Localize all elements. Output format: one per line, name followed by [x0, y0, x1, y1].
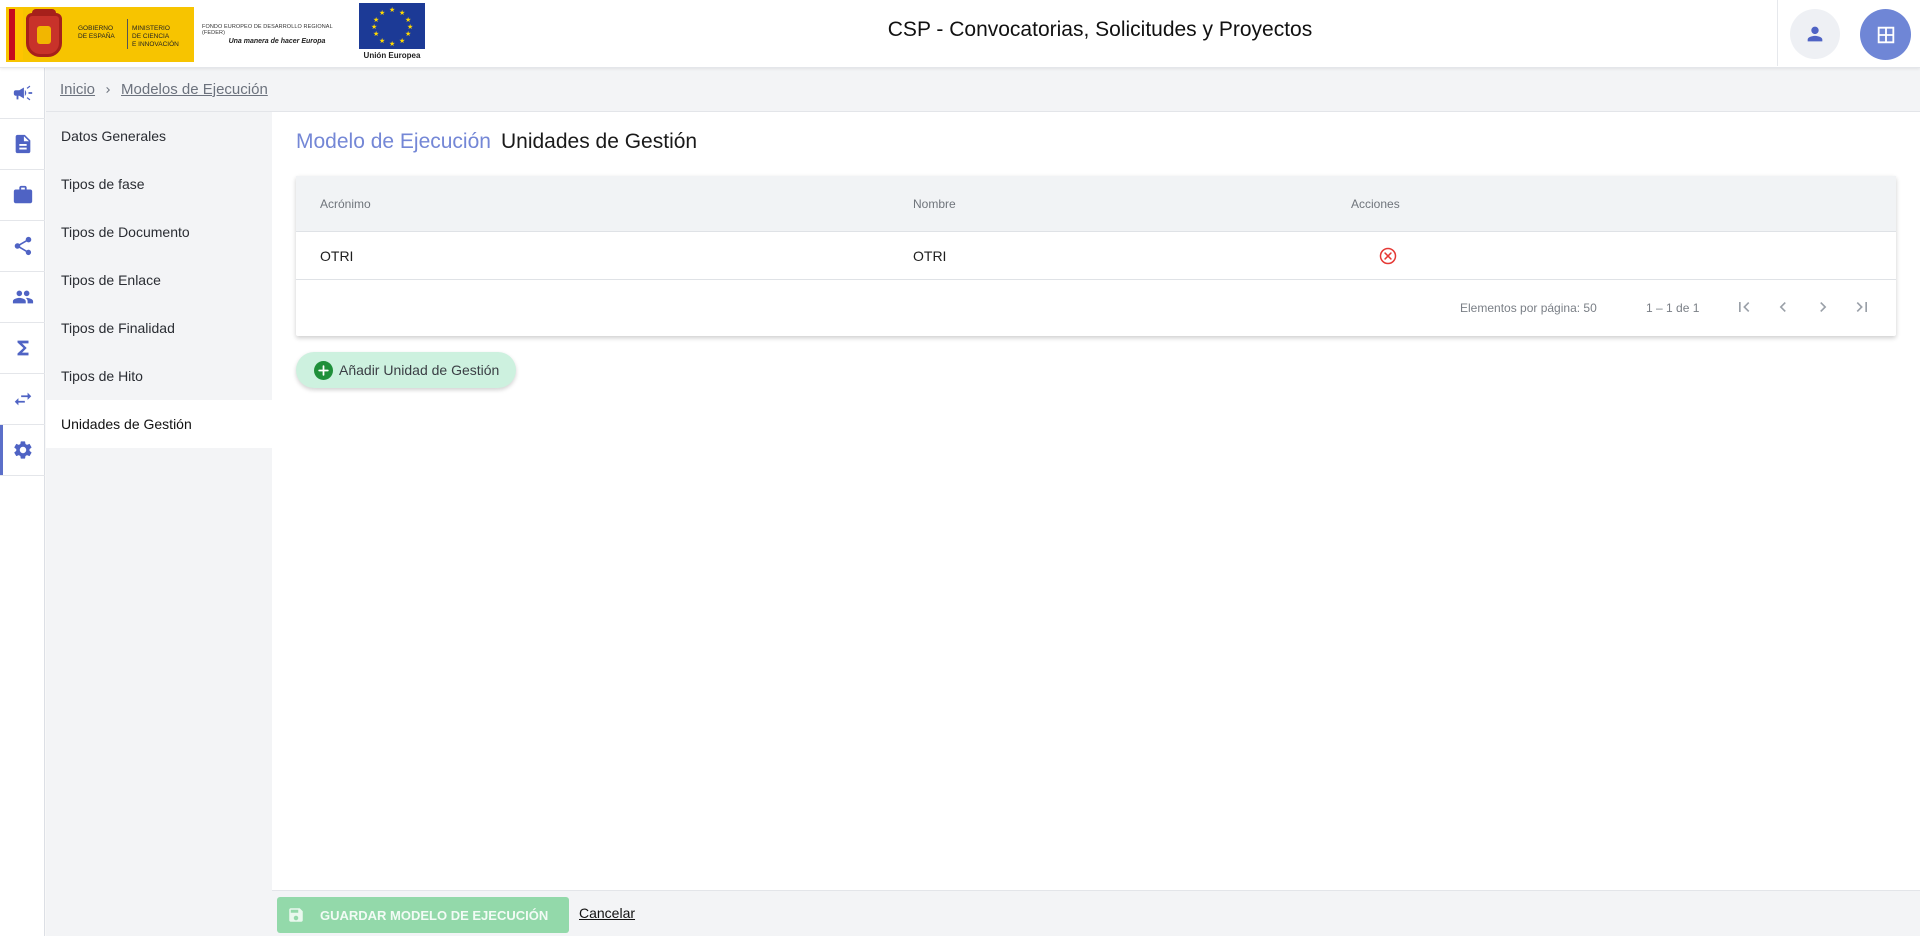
menu-item-datos-generales[interactable]: Datos Generales	[46, 112, 272, 160]
coat-of-arms-icon	[26, 12, 62, 57]
first-page-button[interactable]	[1732, 295, 1756, 319]
briefcase-icon	[13, 185, 32, 204]
rail-item-sigma[interactable]	[0, 323, 45, 374]
breadcrumb-current-link[interactable]: Modelos de Ejecución	[121, 81, 268, 98]
apps-menu-button[interactable]	[1860, 9, 1911, 60]
chevron-right-icon	[1820, 302, 1827, 312]
chevron-left-icon	[1779, 302, 1786, 312]
menu-item-tipos-fase[interactable]: Tipos de fase	[46, 160, 272, 208]
menu-item-tipos-hito[interactable]: Tipos de Hito	[46, 352, 272, 400]
cell-nombre: OTRI	[913, 247, 947, 264]
page-range-label: 1 – 1 de 1	[1646, 300, 1700, 315]
breadcrumb: Inicio Modelos de Ejecución	[46, 68, 1920, 112]
app-title: CSP - Convocatorias, Solicitudes y Proye…	[887, 18, 1313, 41]
rail-item-solicitudes[interactable]	[0, 119, 45, 170]
rail-item-personas[interactable]	[0, 272, 45, 323]
eu-flag-icon: ★ ★ ★ ★ ★ ★ ★ ★ ★ ★ ★ ★	[359, 3, 425, 49]
form-actions-bar: GUARDAR MODELO DE EJECUCIÓN Cancelar	[272, 890, 1920, 936]
column-header-acronimo[interactable]: Acrónimo	[320, 197, 371, 211]
unidades-table: Acrónimo Nombre Acciones OTRI OTRI Eleme…	[296, 176, 1896, 336]
last-page-icon	[1856, 302, 1867, 312]
gobierno-logo: GOBIERNO DE ESPAÑA MINISTERIO DE CIENCIA E …	[6, 6, 194, 62]
menu-item-tipos-documento[interactable]: Tipos de Documento	[46, 208, 272, 256]
table-header: Acrónimo Nombre Acciones	[296, 176, 1896, 232]
cell-acronimo: OTRI	[320, 247, 354, 264]
next-page-button[interactable]	[1811, 295, 1835, 319]
share-icon	[14, 236, 31, 256]
menu-item-tipos-enlace[interactable]: Tipos de Enlace	[46, 256, 272, 304]
app-header: GOBIERNO DE ESPAÑA MINISTERIO DE CIENCIA E …	[0, 0, 1920, 68]
page-title-text: Unidades de Gestión	[500, 130, 698, 153]
breadcrumb-home-link[interactable]: Inicio	[60, 81, 95, 98]
document-icon	[15, 134, 30, 154]
save-button-label: GUARDAR MODELO DE EJECUCIÓN	[320, 907, 549, 923]
module-rail	[0, 68, 45, 936]
rail-item-proyectos[interactable]	[0, 170, 45, 221]
last-page-button[interactable]	[1850, 295, 1874, 319]
sigma-icon	[17, 340, 28, 356]
add-unidad-gestion-button[interactable]: Añadir Unidad de Gestión	[296, 352, 517, 388]
rail-item-share[interactable]	[0, 221, 45, 272]
header-divider	[1777, 0, 1778, 66]
feder-logo: FONDO EUROPEO DE DESARROLLO REGIONAL (FE…	[202, 23, 333, 45]
column-header-nombre[interactable]: Nombre	[913, 197, 956, 211]
delete-circle-icon[interactable]	[1378, 246, 1398, 266]
table-row: OTRI OTRI	[296, 232, 1896, 280]
menu-item-tipos-finalidad[interactable]: Tipos de Finalidad	[46, 304, 272, 352]
section-menu: Datos Generales Tipos de fase Tipos de D…	[46, 112, 272, 936]
items-per-page-label[interactable]: Elementos por página: 50	[1460, 301, 1597, 315]
rail-item-convocatorias[interactable]	[0, 68, 45, 119]
page-title-prefix: Modelo de Ejecución	[296, 130, 491, 153]
gear-icon	[13, 441, 31, 459]
paginator: Elementos por página: 50 1 – 1 de 1	[296, 280, 1896, 335]
main-content: Modelo de Ejecución Unidades de Gestión …	[272, 112, 1920, 890]
megaphone-icon	[13, 85, 32, 101]
person-icon	[1807, 26, 1823, 42]
eu-logo: ★ ★ ★ ★ ★ ★ ★ ★ ★ ★ ★ ★ Unión Europea	[358, 3, 426, 65]
add-circle-icon	[314, 360, 333, 380]
menu-item-unidades-gestion[interactable]: Unidades de Gestión	[46, 400, 272, 448]
page-title: Modelo de Ejecución Unidades de Gestión	[296, 130, 697, 154]
apps-grid-icon	[1877, 26, 1894, 43]
save-floppy-icon	[289, 908, 303, 922]
cancel-link[interactable]: Cancelar	[579, 905, 635, 921]
add-button-label: Añadir Unidad de Gestión	[339, 362, 500, 378]
first-page-icon	[1739, 302, 1750, 312]
previous-page-button[interactable]	[1771, 295, 1795, 319]
logos-group: GOBIERNO DE ESPAÑA MINISTERIO DE CIENCIA E …	[6, 3, 426, 65]
chevron-right-icon	[102, 84, 114, 96]
rail-item-configuracion[interactable]	[0, 425, 45, 476]
people-icon	[12, 290, 33, 304]
save-modelo-button[interactable]: GUARDAR MODELO DE EJECUCIÓN	[277, 897, 569, 933]
column-header-acciones: Acciones	[1351, 196, 1400, 211]
rail-item-transfer[interactable]	[0, 374, 45, 425]
user-menu-button[interactable]	[1790, 9, 1840, 59]
swap-arrows-icon	[14, 392, 31, 406]
